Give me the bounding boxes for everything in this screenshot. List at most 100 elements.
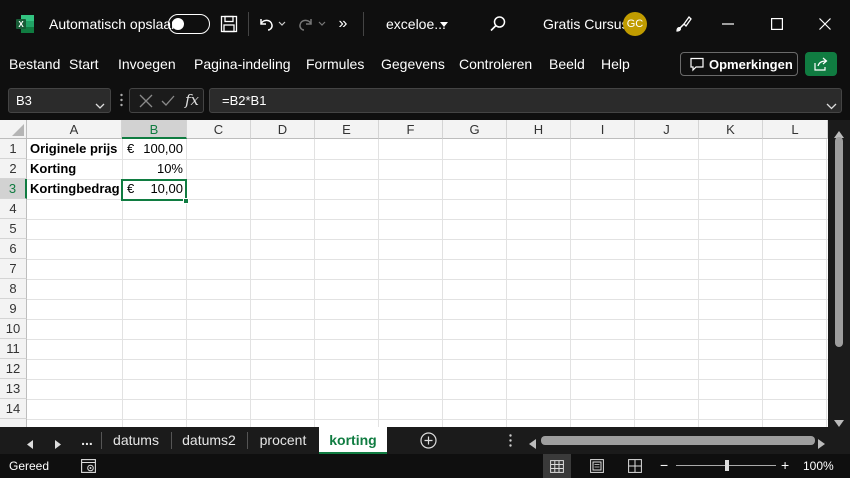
row-header-8[interactable]: 8 bbox=[0, 279, 27, 299]
save-icon[interactable] bbox=[219, 14, 239, 34]
zoom-out-button[interactable]: − bbox=[660, 457, 668, 473]
row-header-5[interactable]: 5 bbox=[0, 219, 27, 239]
menu-gegevens[interactable]: Gegevens bbox=[381, 56, 445, 72]
cell-a1[interactable]: Originele prijs bbox=[30, 139, 117, 159]
tab-korting[interactable]: korting bbox=[319, 427, 387, 454]
row-header-3[interactable]: 3 bbox=[0, 179, 27, 199]
vertical-scrollbar[interactable] bbox=[828, 120, 850, 427]
column-header-g[interactable]: G bbox=[443, 120, 507, 139]
scroll-thumb[interactable] bbox=[835, 137, 843, 347]
insert-function-icon[interactable]: fx bbox=[185, 91, 199, 109]
column-header-k[interactable]: K bbox=[699, 120, 763, 139]
tab-scroll-left-icon[interactable] bbox=[27, 436, 33, 454]
name-box-value: B3 bbox=[16, 93, 32, 108]
filename-dropdown-icon[interactable] bbox=[439, 18, 449, 30]
page-break-icon[interactable] bbox=[628, 459, 642, 476]
chevron-down-icon[interactable] bbox=[95, 97, 105, 115]
formula-input[interactable]: =B2*B1 bbox=[209, 88, 842, 113]
name-box[interactable]: B3 bbox=[8, 88, 111, 113]
cell-b2[interactable]: 10% bbox=[122, 159, 183, 179]
select-all-corner[interactable] bbox=[0, 120, 27, 139]
worksheet-grid[interactable]: A B C D E F G H I J K L 1 2 3 4 5 6 7 8 … bbox=[0, 120, 828, 427]
row-header-13[interactable]: 13 bbox=[0, 379, 27, 399]
formula-bar-grip-icon[interactable] bbox=[120, 93, 123, 107]
formula-buttons: fx bbox=[129, 88, 204, 113]
column-header-h[interactable]: H bbox=[507, 120, 571, 139]
account-name[interactable]: Gratis Cursus bbox=[543, 15, 629, 33]
tab-datums[interactable]: datums bbox=[103, 427, 169, 454]
zoom-in-button[interactable]: + bbox=[781, 457, 789, 473]
column-header-c[interactable]: C bbox=[187, 120, 251, 139]
menu-pagina-indeling[interactable]: Pagina-indeling bbox=[194, 56, 291, 72]
row-header-4[interactable]: 4 bbox=[0, 199, 27, 219]
add-sheet-icon[interactable] bbox=[420, 432, 437, 449]
hscroll-right-icon[interactable] bbox=[818, 436, 825, 454]
gridline bbox=[27, 299, 828, 300]
gridline bbox=[442, 139, 443, 427]
search-icon[interactable] bbox=[488, 14, 508, 34]
tab-datums2[interactable]: datums2 bbox=[173, 427, 245, 454]
tab-separator bbox=[101, 432, 102, 449]
row-header-12[interactable]: 12 bbox=[0, 359, 27, 379]
page-layout-icon[interactable] bbox=[590, 459, 604, 476]
minimize-icon[interactable] bbox=[718, 14, 738, 34]
column-header-i[interactable]: I bbox=[571, 120, 635, 139]
row-header-7[interactable]: 7 bbox=[0, 259, 27, 279]
undo-icon[interactable] bbox=[256, 14, 276, 34]
avatar[interactable]: GC bbox=[623, 12, 647, 36]
row-header-11[interactable]: 11 bbox=[0, 339, 27, 359]
row-header-15[interactable] bbox=[0, 419, 27, 427]
menu-invoegen[interactable]: Invoegen bbox=[118, 56, 176, 72]
cell-b1[interactable]: 100,00 bbox=[122, 139, 183, 159]
row-header-1[interactable]: 1 bbox=[0, 139, 27, 159]
redo-dropdown-icon[interactable] bbox=[317, 18, 327, 30]
fill-handle[interactable] bbox=[183, 198, 189, 204]
cancel-icon[interactable] bbox=[139, 94, 153, 113]
column-header-b[interactable]: B bbox=[122, 120, 187, 139]
redo-icon[interactable] bbox=[296, 14, 316, 34]
row-header-6[interactable]: 6 bbox=[0, 239, 27, 259]
hscroll-left-icon[interactable] bbox=[529, 436, 536, 454]
row-header-10[interactable]: 10 bbox=[0, 319, 27, 339]
tab-procent[interactable]: procent bbox=[249, 427, 317, 454]
row-header-14[interactable]: 14 bbox=[0, 399, 27, 419]
column-header-e[interactable]: E bbox=[315, 120, 379, 139]
comments-button[interactable]: Opmerkingen bbox=[680, 52, 798, 76]
tab-scroll-right-icon[interactable] bbox=[55, 436, 61, 454]
normal-view-icon[interactable] bbox=[543, 454, 571, 478]
gridline bbox=[378, 139, 379, 427]
horizontal-scroll-thumb[interactable] bbox=[541, 436, 815, 445]
cell-a2[interactable]: Korting bbox=[30, 159, 76, 179]
column-header-j[interactable]: J bbox=[635, 120, 699, 139]
check-icon[interactable] bbox=[161, 94, 175, 113]
column-header-l[interactable]: L bbox=[763, 120, 828, 139]
zoom-slider-thumb[interactable] bbox=[725, 460, 729, 471]
share-button[interactable] bbox=[805, 52, 837, 76]
column-header-a[interactable]: A bbox=[27, 120, 122, 139]
cell-a3[interactable]: Kortingbedrag bbox=[30, 179, 120, 199]
close-icon[interactable] bbox=[815, 14, 835, 34]
title-bar: X Automatisch opslaan » exceloe... Grati… bbox=[0, 0, 850, 48]
menu-start[interactable]: Start bbox=[69, 56, 99, 72]
menu-beeld[interactable]: Beeld bbox=[549, 56, 585, 72]
row-header-9[interactable]: 9 bbox=[0, 299, 27, 319]
more-commands-icon[interactable]: » bbox=[334, 14, 352, 34]
menu-controleren[interactable]: Controleren bbox=[459, 56, 532, 72]
row-header-2[interactable]: 2 bbox=[0, 159, 27, 179]
column-header-f[interactable]: F bbox=[379, 120, 443, 139]
filename[interactable]: exceloe... bbox=[386, 15, 446, 33]
tab-more[interactable]: ... bbox=[75, 427, 99, 454]
menu-bestand[interactable]: Bestand bbox=[9, 56, 60, 72]
status-bar: Gereed − + 100% bbox=[0, 454, 850, 478]
zoom-level[interactable]: 100% bbox=[803, 459, 834, 473]
menu-help[interactable]: Help bbox=[601, 56, 630, 72]
column-header-d[interactable]: D bbox=[251, 120, 315, 139]
macro-record-icon[interactable] bbox=[81, 459, 96, 476]
menu-formules[interactable]: Formules bbox=[306, 56, 364, 72]
tab-area-grip-icon[interactable] bbox=[509, 434, 512, 452]
autosave-toggle[interactable] bbox=[168, 14, 210, 34]
undo-dropdown-icon[interactable] bbox=[277, 18, 287, 30]
brush-icon[interactable] bbox=[674, 14, 694, 34]
expand-formula-icon[interactable] bbox=[826, 97, 837, 115]
maximize-icon[interactable] bbox=[767, 14, 787, 34]
